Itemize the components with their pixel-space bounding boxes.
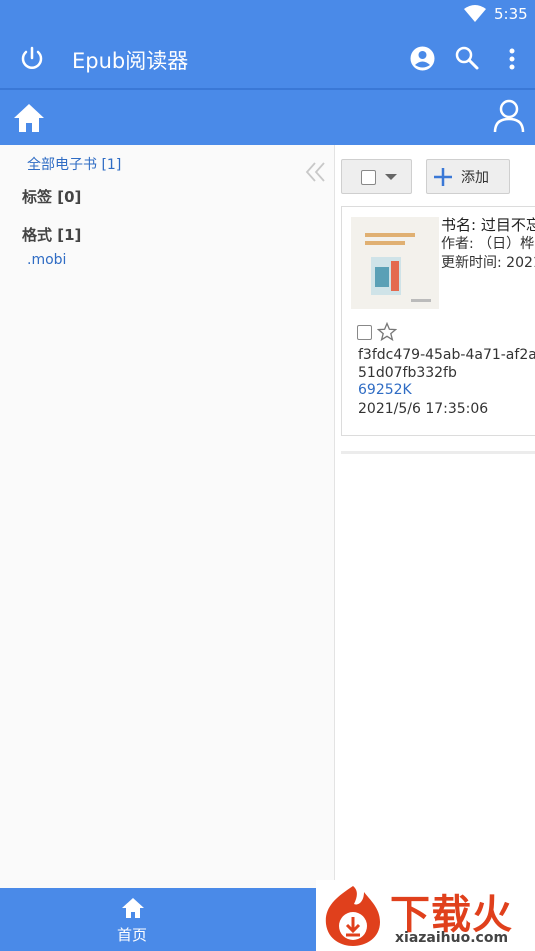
account-icon[interactable] bbox=[409, 45, 436, 72]
plus-icon bbox=[434, 168, 452, 186]
user-icon[interactable] bbox=[492, 98, 526, 134]
more-vert-icon[interactable] bbox=[500, 46, 524, 72]
watermark-url: xiazaihuo.com bbox=[395, 930, 509, 946]
formats-heading[interactable]: 格式 [1] bbox=[22, 224, 81, 245]
list-divider bbox=[341, 451, 535, 454]
collapse-icon[interactable] bbox=[305, 161, 327, 183]
format-item-mobi[interactable]: .mobi bbox=[27, 252, 66, 268]
add-button[interactable]: 添加 bbox=[426, 159, 510, 194]
book-list-pane: 添加 书名: 过目不忘 作者: （日）桦 更新时间: 2021 f3fdc479… bbox=[335, 145, 535, 888]
all-books-link[interactable]: 全部电子书 [1] bbox=[27, 154, 121, 174]
search-icon[interactable] bbox=[454, 45, 480, 71]
tab-home-label: 首页 bbox=[117, 926, 148, 944]
book-card[interactable]: 书名: 过目不忘 作者: （日）桦 更新时间: 2021 f3fdc479-45… bbox=[341, 206, 535, 436]
book-size: 69252K bbox=[358, 382, 412, 398]
wifi-icon bbox=[464, 5, 486, 22]
star-icon[interactable] bbox=[377, 322, 397, 342]
add-button-label: 添加 bbox=[461, 170, 489, 186]
home-icon bbox=[122, 898, 144, 918]
home-icon[interactable] bbox=[12, 102, 46, 134]
book-cover[interactable] bbox=[351, 217, 439, 309]
chevron-down-icon bbox=[385, 174, 397, 180]
book-author: 作者: （日）桦 bbox=[441, 236, 535, 252]
select-all-checkbox[interactable] bbox=[361, 170, 376, 185]
tags-heading[interactable]: 标签 [0] bbox=[22, 186, 81, 207]
book-date: 2021/5/6 17:35:06 bbox=[358, 401, 489, 417]
category-sidebar: 全部电子书 [1] 标签 [0] 格式 [1] .mobi bbox=[0, 145, 334, 888]
app-bar: Epub阅读器 bbox=[0, 30, 535, 88]
power-icon[interactable] bbox=[18, 45, 46, 73]
book-uuid: f3fdc479-45ab-4a71-af2a- 51d07fb332fb bbox=[358, 346, 535, 382]
book-updated: 更新时间: 2021 bbox=[441, 255, 535, 271]
book-uuid-line2: 51d07fb332fb bbox=[358, 365, 457, 381]
status-time: 5:35 bbox=[494, 5, 528, 23]
book-checkbox[interactable] bbox=[357, 325, 372, 340]
tab-home[interactable]: 首页 bbox=[0, 888, 267, 951]
flame-logo-icon bbox=[325, 886, 380, 946]
book-meta: 书名: 过目不忘 作者: （日）桦 更新时间: 2021 bbox=[441, 216, 535, 273]
app-title: Epub阅读器 bbox=[72, 49, 189, 73]
book-title: 书名: 过目不忘 bbox=[441, 216, 535, 234]
watermark: 下载火 xiazaihuo.com bbox=[316, 880, 535, 951]
nav-toolbar bbox=[0, 88, 535, 145]
book-uuid-line1: f3fdc479-45ab-4a71-af2a- bbox=[358, 347, 535, 363]
select-all-dropdown[interactable] bbox=[341, 159, 412, 194]
status-bar: 5:35 bbox=[0, 0, 535, 30]
